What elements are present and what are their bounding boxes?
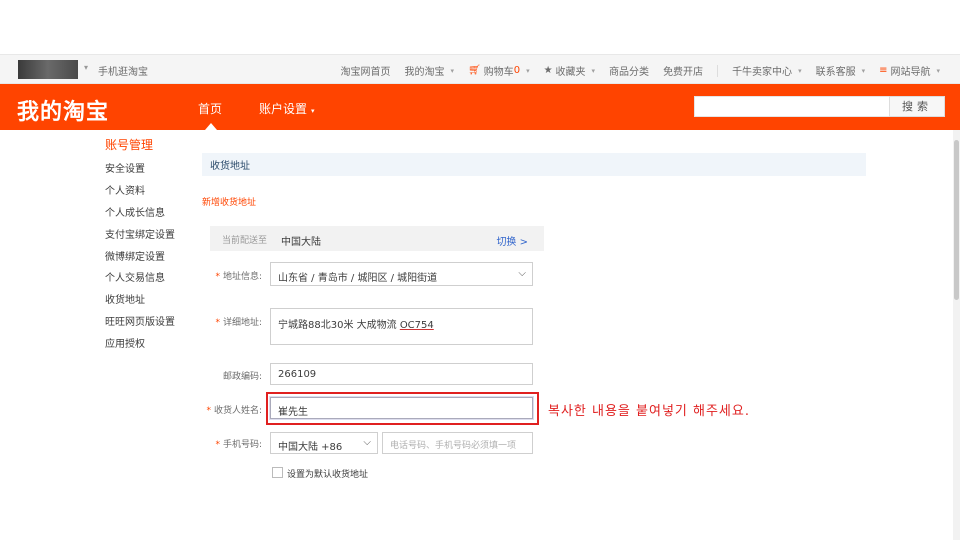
sidebar-item-profile[interactable]: 个人资料 xyxy=(105,182,145,197)
top-nav-home[interactable]: 淘宝网首页 xyxy=(340,63,390,78)
top-nav-service[interactable]: 联系客服 ▾ xyxy=(816,63,866,79)
region-switch-link[interactable]: 切换 > xyxy=(496,233,528,248)
sidebar-item-app-auth[interactable]: 应用授权 xyxy=(105,335,145,350)
chevron-down-icon: ▾ xyxy=(526,66,530,75)
cart-count: 0 xyxy=(513,65,521,76)
divider xyxy=(717,64,719,77)
top-nav-categories[interactable]: 商品分类 xyxy=(609,63,649,78)
detail-address-textarea[interactable]: 宁城路88北30米 大成物流 OC754 xyxy=(270,308,533,345)
sidebar-item-security[interactable]: 安全设置 xyxy=(105,160,145,175)
user-avatar[interactable] xyxy=(18,60,78,79)
section-header: 收货地址 xyxy=(202,153,866,176)
region-value: 中国大陆 xyxy=(281,237,321,248)
sidebar-title: 账号管理 xyxy=(105,138,154,152)
top-nav-my-taobao[interactable]: 我的淘宝 ▾ xyxy=(404,63,454,79)
header-nav-account-settings[interactable]: 账户设置 ▾ xyxy=(259,100,315,117)
chevron-down-icon: ▾ xyxy=(450,66,454,75)
active-tab-indicator xyxy=(205,123,217,130)
sidebar-item-trade-info[interactable]: 个人交易信息 xyxy=(105,269,165,284)
default-address-label: 设置为默认收货地址 xyxy=(287,470,369,480)
menu-icon: ≡ xyxy=(879,65,888,76)
new-address-link[interactable]: 新增收货地址 xyxy=(202,195,256,208)
postal-code-label: 邮政编码: xyxy=(222,372,262,382)
sidebar-item-growth[interactable]: 个人成长信息 xyxy=(105,204,165,219)
annotation-note: 복사한 내용을 붙여넣기 해주세요. xyxy=(548,404,750,419)
address-label: * 地址信息: xyxy=(215,272,262,282)
top-nav-favorites[interactable]: ★ 收藏夹 ▾ xyxy=(544,63,595,78)
section-title: 收货地址 xyxy=(210,161,250,172)
page-scrollbar[interactable] xyxy=(953,130,960,540)
address-select[interactable]: 山东省 / 青岛市 / 城阳区 / 城阳街道 ⌵ xyxy=(270,262,533,286)
highlight-box xyxy=(266,392,539,425)
sidebar-item-weibo[interactable]: 微博绑定设置 xyxy=(105,248,165,263)
top-nav-site-nav[interactable]: ≡ 网站导航 ▾ xyxy=(879,63,940,78)
search-input[interactable] xyxy=(694,96,890,117)
delivery-region-row: 当前配送至 中国大陆 切换 > xyxy=(210,226,544,251)
header-nav-home[interactable]: 首页 xyxy=(198,100,222,117)
phone-country-select[interactable]: 中国大陆 +86 ⌵ xyxy=(270,432,378,454)
mobile-taobao-link[interactable]: 手机逛淘宝 xyxy=(98,63,148,78)
chevron-down-icon: ▾ xyxy=(591,66,596,75)
scrollbar-thumb[interactable] xyxy=(954,140,959,300)
region-label: 当前配送至 xyxy=(222,236,268,246)
chevron-down-icon: ▾ xyxy=(861,66,866,75)
top-utility-bar: ▾ 手机逛淘宝 淘宝网首页 我的淘宝 ▾ 🛒︎ 购物车 0 ▾ ★ 收藏夹 ▾ 商品分类 免… xyxy=(0,54,960,84)
detail-address-code: OC754 xyxy=(399,320,434,331)
phone-label: * 手机号码: xyxy=(215,440,262,450)
sidebar-item-address[interactable]: 收货地址 xyxy=(105,291,145,306)
default-address-checkbox[interactable] xyxy=(272,467,283,478)
detail-address-text: 宁城路88北30米 大成物流 xyxy=(278,320,400,331)
top-nav: 淘宝网首页 我的淘宝 ▾ 🛒︎ 购物车 0 ▾ ★ 收藏夹 ▾ 商品分类 免费开店 千牛卖家… xyxy=(326,63,940,78)
top-nav-seller-center[interactable]: 千牛卖家中心 ▾ xyxy=(732,63,802,79)
top-nav-cart[interactable]: 🛒︎ 购物车 0 ▾ xyxy=(468,63,530,78)
top-nav-open-shop[interactable]: 免费开店 xyxy=(663,63,703,78)
my-taobao-logo[interactable]: 我的淘宝 xyxy=(17,94,109,126)
chevron-down-icon: ⌵ xyxy=(518,268,526,279)
recipient-name-label: * 收货人姓名: xyxy=(206,406,262,416)
detail-address-label: * 详细地址: xyxy=(215,318,262,328)
chevron-down-icon: ▾ xyxy=(936,66,940,75)
sidebar-item-alipay[interactable]: 支付宝绑定设置 xyxy=(105,226,175,241)
chevron-down-icon: ▾ xyxy=(311,107,315,115)
star-icon: ★ xyxy=(543,65,553,76)
sidebar-item-wangwang[interactable]: 旺旺网页版设置 xyxy=(105,313,175,328)
chevron-down-icon[interactable]: ▾ xyxy=(84,63,88,72)
search-button[interactable]: 搜索 xyxy=(889,96,945,117)
chevron-down-icon: ⌵ xyxy=(363,437,371,448)
postal-code-input[interactable]: 266109 xyxy=(270,363,533,385)
cart-icon: 🛒︎ xyxy=(467,65,481,76)
chevron-down-icon: ▾ xyxy=(798,66,802,75)
phone-number-input[interactable]: 电话号码、手机号码必须填一项 xyxy=(382,432,533,454)
